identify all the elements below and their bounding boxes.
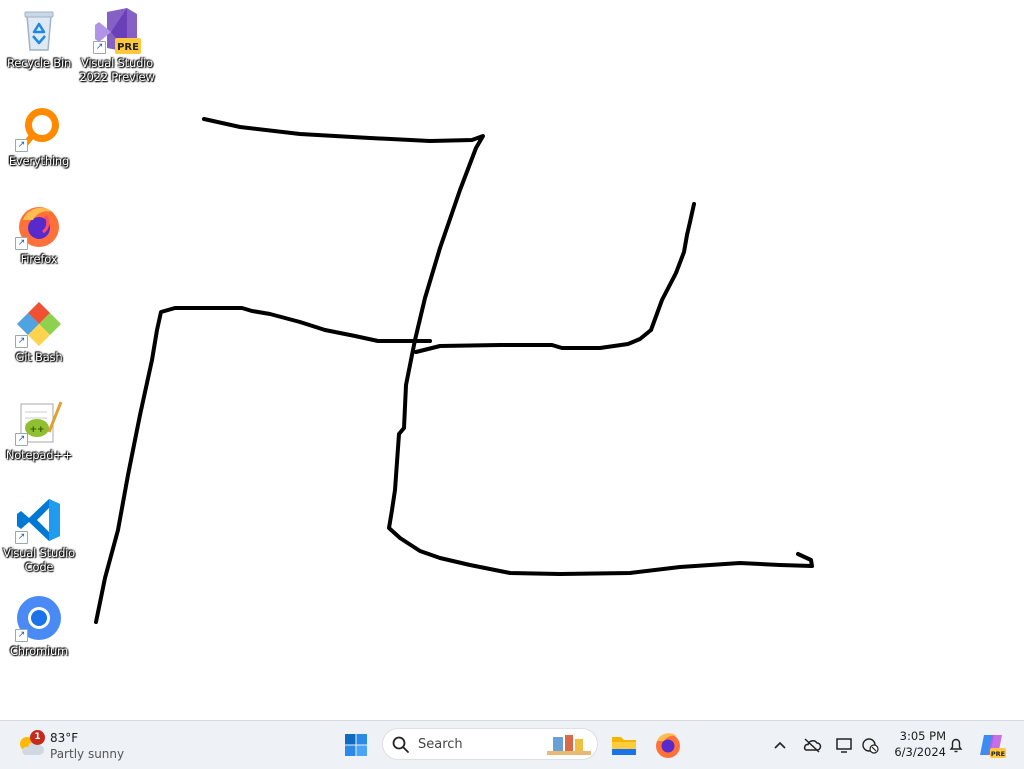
shortcut-arrow-icon: ↗ (93, 41, 106, 54)
desktop-icon-label: Everything (8, 154, 70, 168)
desktop-icon-chromium[interactable]: ↗ Chromium (0, 594, 78, 658)
clock-time: 3:05 PM (899, 729, 946, 743)
taskbar-clock[interactable]: 3:05 PM 6/3/2024 (888, 728, 946, 760)
desktop-icon-everything[interactable]: ↗ Everything (0, 104, 78, 168)
taskbar-file-explorer[interactable] (608, 729, 640, 761)
copilot-icon: PRE (980, 735, 1006, 758)
onedrive-icon[interactable] (802, 735, 822, 755)
desktop-icon-notepad-plus-plus[interactable]: ++ ↗ Notepad++ (0, 398, 78, 462)
network-icon[interactable] (860, 735, 880, 755)
firefox-icon (656, 733, 680, 758)
search-highlight-icon (547, 735, 591, 755)
shortcut-arrow-icon: ↗ (15, 629, 28, 642)
notification-badge: 1 (30, 730, 45, 745)
stroke-left-line (94, 306, 432, 624)
everything-search-icon: ↗ (15, 104, 63, 152)
taskbar-firefox[interactable] (652, 729, 684, 761)
notepad-plus-plus-icon: ++ ↗ (15, 398, 63, 446)
desktop-icon-label: Notepad++ (5, 448, 73, 462)
git-bash-icon: ↗ (15, 300, 63, 348)
start-button[interactable] (340, 729, 372, 761)
visual-studio-icon: PRE ↗ (93, 6, 141, 54)
taskbar-copilot[interactable]: PRE (978, 731, 1006, 759)
desktop-icon-label: Recycle Bin (6, 56, 72, 70)
desktop-icon-label: Visual Studio 2022 Preview (79, 56, 155, 84)
desktop-icon-label: Visual Studio Code (2, 546, 75, 574)
shortcut-arrow-icon: ↗ (15, 139, 28, 152)
stroke-right-line (414, 202, 696, 354)
shortcut-arrow-icon: ↗ (15, 335, 28, 348)
shortcut-arrow-icon: ↗ (15, 433, 28, 446)
search-icon (392, 736, 409, 753)
start-icon (345, 734, 367, 756)
desktop-icon-recycle-bin[interactable]: Recycle Bin (0, 6, 78, 70)
freehand-drawing (94, 117, 814, 624)
taskbar: 1 83°F Partly sunny Search 3:05 PM 6/3/2… (0, 720, 1024, 769)
firefox-icon: ↗ (15, 202, 63, 250)
taskbar-search[interactable]: Search (382, 728, 598, 760)
chromium-icon: ↗ (15, 594, 63, 642)
desktop-icon-visual-studio[interactable]: PRE ↗ Visual Studio 2022 Preview (78, 6, 156, 84)
svg-text:PRE: PRE (117, 42, 139, 53)
search-placeholder: Search (418, 737, 463, 752)
notification-bell-icon[interactable] (946, 735, 966, 755)
weather-temperature: 83°F (50, 731, 79, 745)
weather-condition: Partly sunny (50, 747, 125, 761)
svg-text:PRE: PRE (991, 750, 1005, 758)
desktop-icon-label: Firefox (20, 252, 58, 266)
display-icon[interactable] (834, 735, 854, 755)
shortcut-arrow-icon: ↗ (15, 531, 28, 544)
recycle-bin-icon (15, 6, 63, 54)
vscode-icon: ↗ (15, 496, 63, 544)
desktop-icon-label: Git Bash (15, 350, 63, 364)
chevron-up-icon[interactable] (770, 735, 790, 755)
desktop-icon-label: Chromium (9, 644, 69, 658)
shortcut-arrow-icon: ↗ (15, 237, 28, 250)
svg-text:++: ++ (29, 425, 44, 435)
clock-date: 6/3/2024 (894, 745, 946, 759)
file-explorer-icon (612, 737, 636, 755)
desktop-icon-firefox[interactable]: ↗ Firefox (0, 202, 78, 266)
desktop-icon-vscode[interactable]: ↗ Visual Studio Code (0, 496, 78, 574)
desktop-icon-git-bash[interactable]: ↗ Git Bash (0, 300, 78, 364)
